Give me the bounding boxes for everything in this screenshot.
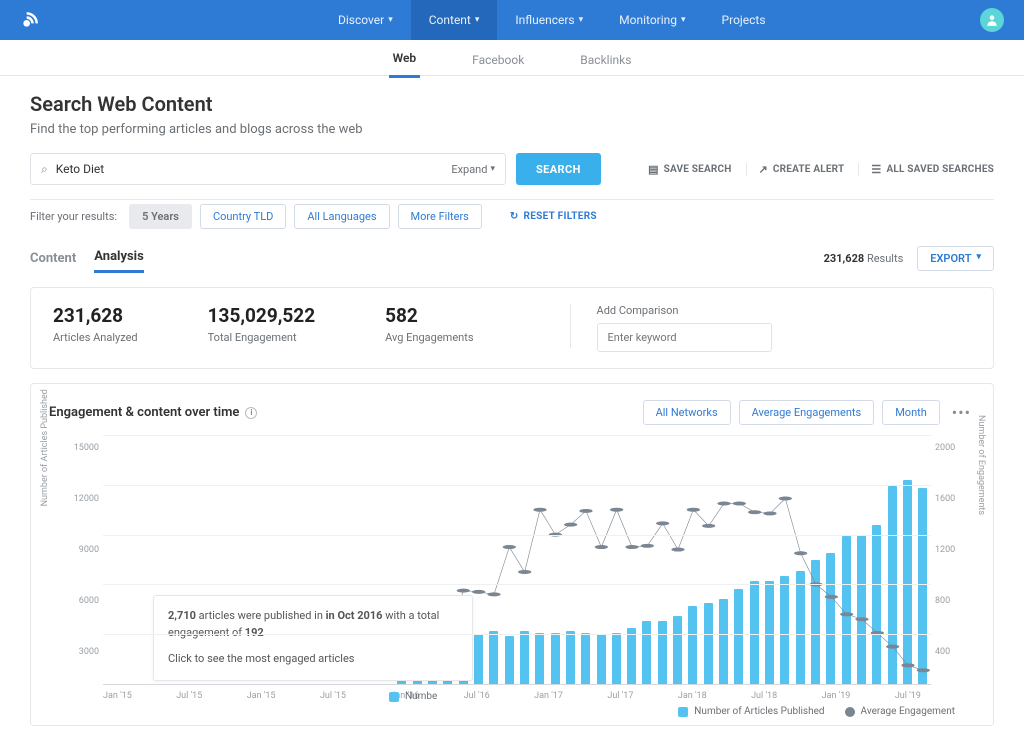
reset-filters-button[interactable]: ↻RESET FILTERS: [510, 211, 597, 222]
bar[interactable]: [918, 488, 927, 684]
filter-5-years[interactable]: 5 Years: [129, 204, 192, 229]
sub-nav: Web Facebook Backlinks: [0, 40, 1024, 76]
list-icon: ☰: [871, 163, 881, 176]
bar[interactable]: [780, 576, 789, 684]
tab-analysis[interactable]: Analysis: [94, 243, 144, 273]
bar[interactable]: [581, 633, 590, 684]
bar[interactable]: [627, 628, 636, 684]
all-saved-button[interactable]: ☰ALL SAVED SEARCHES: [858, 163, 994, 176]
bar[interactable]: [826, 553, 835, 684]
bar[interactable]: [505, 636, 514, 684]
page-subtitle: Find the top performing articles and blo…: [30, 122, 994, 137]
top-nav: Discover▾Content▾Influencers▾Monitoring▾…: [0, 0, 1024, 40]
bar[interactable]: [811, 560, 820, 685]
filter-more-filters[interactable]: More Filters: [398, 204, 482, 229]
chevron-down-icon: ▾: [976, 252, 981, 265]
chevron-down-icon: ▾: [681, 15, 686, 25]
create-alert-button[interactable]: ↗CREATE ALERT: [746, 163, 845, 176]
bar[interactable]: [842, 536, 851, 684]
bar[interactable]: [872, 525, 881, 684]
chart-card: Engagement & content over timei All Netw…: [30, 383, 994, 726]
bar[interactable]: [489, 631, 498, 684]
bar[interactable]: [688, 606, 697, 684]
bar[interactable]: [520, 631, 529, 684]
stat-avg: 582 Avg Engagements: [385, 304, 473, 344]
divider: [30, 199, 994, 200]
chart-title: Engagement & content over timei: [49, 405, 257, 420]
save-search-button[interactable]: ▤SAVE SEARCH: [636, 163, 731, 176]
page-title: Search Web Content: [30, 92, 994, 116]
bar[interactable]: [704, 603, 713, 684]
bar[interactable]: [734, 589, 743, 684]
nav-influencers[interactable]: Influencers▾: [497, 0, 601, 40]
chart-control-all-networks[interactable]: All Networks: [643, 400, 731, 425]
filter-country-tld[interactable]: Country TLD: [200, 204, 286, 229]
stats-card: 231,628 Articles Analyzed 135,029,522 To…: [30, 287, 994, 369]
logo: [20, 10, 40, 30]
export-button[interactable]: EXPORT▾: [917, 246, 994, 271]
refresh-icon: ↻: [510, 211, 519, 222]
bar[interactable]: [796, 571, 805, 684]
filters-row: Filter your results: 5 YearsCountry TLDA…: [30, 210, 994, 223]
chart-control-month[interactable]: Month: [882, 400, 940, 425]
bar[interactable]: [658, 621, 667, 684]
filters-label: Filter your results:: [30, 210, 117, 223]
bar[interactable]: [597, 634, 606, 684]
bar[interactable]: [566, 631, 575, 684]
legend-engagement: Average Engagement: [845, 706, 955, 717]
chevron-down-icon: ▾: [490, 164, 495, 174]
divider: [570, 304, 571, 348]
search-icon: ⌕: [41, 162, 48, 177]
add-comparison: Add Comparison: [597, 304, 772, 352]
expand-button[interactable]: Expand▾: [451, 163, 495, 176]
main-nav: Discover▾Content▾Influencers▾Monitoring▾…: [320, 0, 784, 40]
chevron-down-icon: ▾: [388, 15, 393, 25]
info-icon[interactable]: i: [245, 407, 257, 419]
legend-truncated: Numbe: [389, 691, 437, 702]
plot-area: 2,710 articles were published in in Oct …: [103, 435, 931, 685]
subtab-web[interactable]: Web: [389, 41, 421, 78]
search-input[interactable]: [56, 162, 444, 176]
nav-monitoring[interactable]: Monitoring▾: [601, 0, 703, 40]
save-icon: ▤: [648, 163, 659, 176]
y-axis-left: 1500012000900060003000: [49, 435, 103, 685]
bar[interactable]: [765, 581, 774, 684]
bar[interactable]: [535, 633, 544, 684]
results-count: 231,628 Results: [824, 252, 904, 265]
bar[interactable]: [612, 633, 621, 684]
more-icon[interactable]: •••: [948, 403, 975, 422]
subtab-facebook[interactable]: Facebook: [468, 43, 528, 77]
bar[interactable]: [857, 535, 866, 684]
avatar[interactable]: [980, 8, 1004, 32]
filter-all-languages[interactable]: All Languages: [294, 204, 389, 229]
bar[interactable]: [551, 633, 560, 684]
bar[interactable]: [642, 621, 651, 684]
nav-content[interactable]: Content▾: [411, 0, 498, 40]
nav-projects[interactable]: Projects: [704, 0, 784, 40]
bar[interactable]: [673, 616, 682, 684]
subtab-backlinks[interactable]: Backlinks: [576, 43, 635, 77]
chevron-down-icon: ▾: [475, 15, 480, 25]
bar[interactable]: [719, 599, 728, 684]
alert-icon: ↗: [759, 163, 768, 176]
legend-articles: Number of Articles Published: [678, 706, 824, 717]
add-comparison-input[interactable]: [597, 323, 772, 352]
search-box: ⌕ Expand▾: [30, 153, 506, 185]
y-axis-right-label: Number of Engagements: [976, 415, 986, 515]
y-axis-left-label: Number of Articles Published: [40, 389, 50, 506]
chart[interactable]: Number of Articles Published Number of E…: [49, 435, 975, 685]
bar[interactable]: [903, 480, 912, 684]
tab-content[interactable]: Content: [30, 245, 76, 272]
y-axis-right: 200016001200800400: [931, 435, 975, 685]
stat-articles: 231,628 Articles Analyzed: [53, 304, 138, 344]
stat-engagement: 135,029,522 Total Engagement: [208, 304, 315, 344]
nav-discover[interactable]: Discover▾: [320, 0, 411, 40]
chevron-down-icon: ▾: [579, 15, 584, 25]
chart-tooltip: 2,710 articles were published in in Oct …: [153, 595, 473, 681]
bar[interactable]: [750, 581, 759, 684]
search-button[interactable]: SEARCH: [516, 153, 601, 185]
chart-control-average-engagements[interactable]: Average Engagements: [739, 400, 875, 425]
bar[interactable]: [474, 634, 483, 684]
